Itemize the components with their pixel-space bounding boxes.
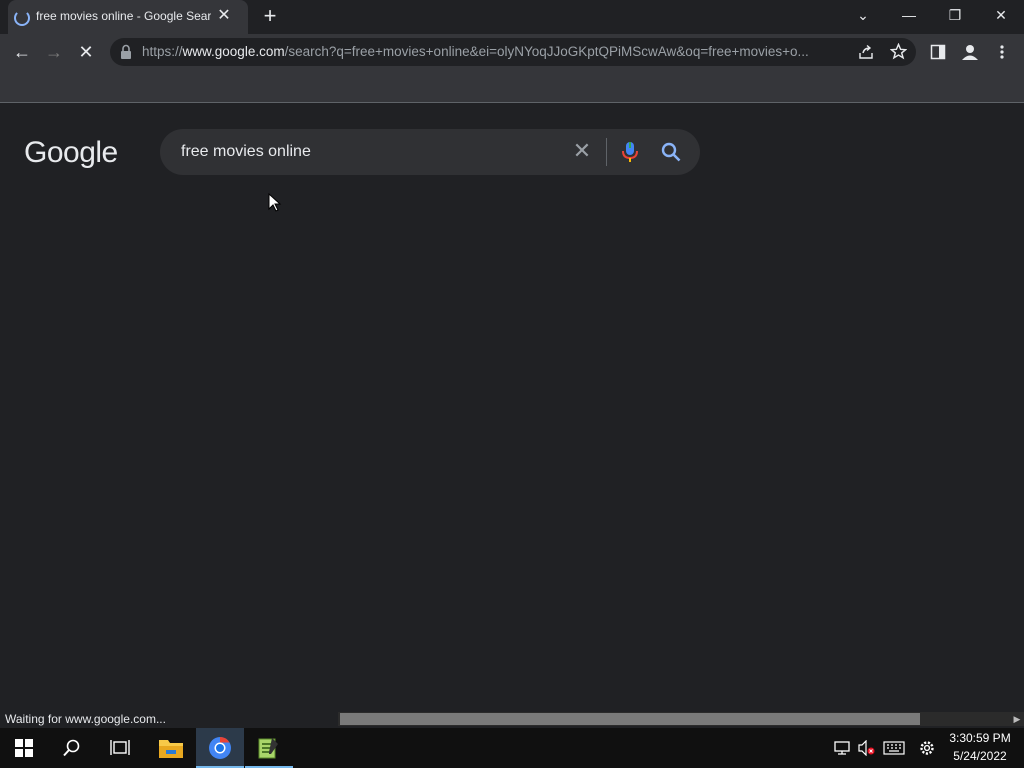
scroll-right-arrow-icon[interactable]: ▶ — [1010, 712, 1024, 726]
scrollbar-thumb[interactable] — [340, 713, 920, 725]
status-bubble: Waiting for www.google.com... — [0, 710, 338, 728]
microphone-icon[interactable] — [620, 140, 640, 164]
restore-button[interactable]: ❐ — [932, 0, 978, 30]
bookmark-star-icon[interactable] — [890, 43, 907, 60]
tab-search-button[interactable]: ⌄ — [840, 0, 886, 30]
clock-date[interactable]: 5/24/2022 — [944, 749, 1016, 763]
settings-gear-icon[interactable] — [918, 739, 936, 757]
side-panel-icon[interactable] — [930, 44, 946, 60]
bookmarks-bar — [0, 70, 1024, 103]
lock-icon[interactable] — [120, 44, 132, 60]
task-view-icon[interactable] — [110, 739, 130, 757]
back-button[interactable]: ← — [10, 40, 34, 64]
file-explorer-icon[interactable] — [158, 737, 184, 759]
clock-time[interactable]: 3:30:59 PM — [944, 731, 1016, 745]
forward-button[interactable]: → — [42, 40, 66, 64]
taskbar-search-icon[interactable] — [63, 739, 81, 757]
network-icon[interactable] — [834, 740, 852, 756]
new-tab-button[interactable]: + — [260, 5, 280, 27]
tab-title: free movies online - Google Sear — [36, 9, 211, 23]
search-divider — [606, 138, 607, 166]
mouse-cursor-icon — [268, 193, 282, 212]
keyboard-icon[interactable] — [883, 741, 905, 755]
menu-dots-icon[interactable] — [996, 44, 1008, 60]
url-text[interactable]: https://www.google.com/search?q=free+mov… — [142, 44, 842, 59]
chrome-icon[interactable] — [208, 736, 232, 760]
share-icon[interactable] — [858, 44, 874, 60]
stop-loading-button[interactable]: ✕ — [74, 40, 98, 64]
clear-search-icon[interactable]: ✕ — [572, 140, 592, 162]
profile-icon[interactable] — [960, 42, 980, 62]
close-window-button[interactable]: ✕ — [978, 0, 1024, 30]
notepad-app-icon[interactable] — [257, 736, 279, 760]
minimize-button[interactable]: — — [886, 0, 932, 30]
search-icon[interactable] — [660, 141, 682, 163]
loading-spinner-icon — [14, 10, 30, 26]
volume-muted-icon[interactable] — [858, 740, 876, 756]
windows-start-icon[interactable] — [15, 739, 33, 757]
tab-close-icon[interactable]: ✕ — [216, 8, 232, 24]
google-logo[interactable]: Google — [24, 136, 118, 170]
search-input[interactable]: free movies online — [181, 143, 311, 161]
